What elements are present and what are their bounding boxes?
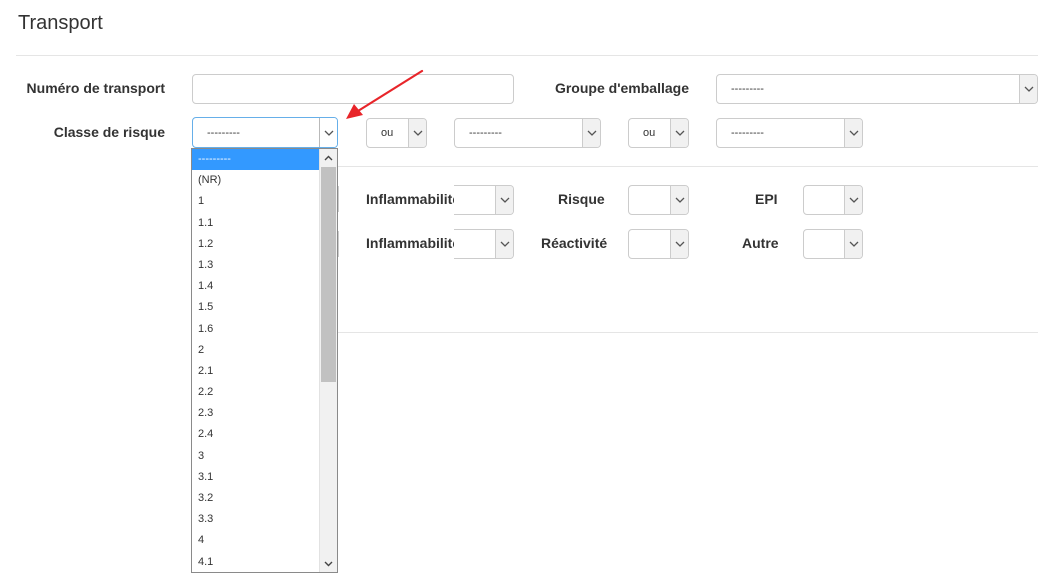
dropdown-option[interactable]: 1.1: [192, 213, 320, 234]
classe-risque-value-2: ---------: [469, 127, 502, 139]
dropdown-option[interactable]: 2.2: [192, 382, 320, 403]
dropdown-option[interactable]: 2: [192, 340, 320, 361]
dropdown-option[interactable]: 2.4: [192, 424, 320, 445]
dropdown-option[interactable]: 1.5: [192, 297, 320, 318]
chevron-down-icon: [319, 118, 337, 147]
dropdown-option[interactable]: 3: [192, 446, 320, 467]
dropdown-option[interactable]: 2.3: [192, 403, 320, 424]
inflammabilite-select-2[interactable]: [454, 229, 514, 259]
chevron-down-icon: [495, 230, 513, 258]
hidden-select-edge: [338, 231, 339, 257]
dropdown-option[interactable]: (NR): [192, 170, 320, 191]
dropdown-option[interactable]: 4: [192, 530, 320, 551]
autre-select[interactable]: [803, 229, 863, 259]
label-groupe-emballage: Groupe d'emballage: [554, 80, 689, 96]
chevron-down-icon: [844, 119, 862, 147]
dropdown-option[interactable]: 3.3: [192, 509, 320, 530]
dropdown-option[interactable]: 2.1: [192, 361, 320, 382]
chevron-down-icon: [670, 230, 688, 258]
chevron-down-icon: [844, 186, 862, 214]
dropdown-option[interactable]: 3.2: [192, 488, 320, 509]
or-operator-value-2: ou: [643, 127, 656, 139]
divider: [338, 166, 1038, 167]
classe-risque-dropdown-list[interactable]: --------- (NR) 1 1.1 1.2 1.3 1.4 1.5 1.6 2 2.1 2.2 2…: [191, 148, 338, 573]
label-inflammabilite-1: Inflammabilité: [366, 191, 454, 207]
label-epi: EPI: [755, 191, 778, 207]
risque-select[interactable]: [628, 185, 689, 215]
dropdown-option[interactable]: 1.4: [192, 276, 320, 297]
dropdown-option[interactable]: 3.1: [192, 467, 320, 488]
reactivite-select[interactable]: [628, 229, 689, 259]
section-title: Transport: [18, 12, 103, 34]
chevron-down-icon: [582, 119, 600, 147]
chevron-up-icon[interactable]: [320, 149, 337, 166]
groupe-emballage-select[interactable]: ---------: [716, 74, 1038, 104]
label-reactivite: Réactivité: [541, 235, 608, 251]
red-arrow-annotation: [346, 69, 424, 119]
or-operator-select-2[interactable]: ou: [628, 118, 689, 148]
label-inflammabilite-2: Inflammabilité: [366, 235, 454, 251]
dropdown-scrollbar[interactable]: [319, 149, 337, 572]
dropdown-option[interactable]: ---------: [192, 149, 320, 171]
divider: [338, 332, 1038, 333]
transport-form-page: Transport Numéro de transport Groupe d'e…: [0, 0, 1061, 585]
classe-risque-select-3[interactable]: ---------: [716, 118, 863, 148]
label-autre: Autre: [742, 235, 779, 251]
label-numero-transport: Numéro de transport: [26, 80, 165, 96]
epi-select[interactable]: [803, 185, 863, 215]
chevron-down-icon: [1019, 75, 1037, 103]
classe-risque-select-2[interactable]: ---------: [454, 118, 601, 148]
dropdown-option[interactable]: 1.2: [192, 234, 320, 255]
chevron-down-icon: [670, 119, 688, 147]
dropdown-option[interactable]: 1.6: [192, 319, 320, 340]
divider: [16, 55, 1038, 56]
groupe-emballage-value: ---------: [731, 83, 764, 95]
classe-risque-select[interactable]: ---------: [192, 117, 338, 148]
label-risque: Risque: [558, 191, 605, 207]
dropdown-option[interactable]: 1: [192, 191, 320, 212]
scrollbar-thumb[interactable]: [321, 167, 336, 382]
chevron-down-icon[interactable]: [320, 555, 337, 572]
chevron-down-icon: [495, 186, 513, 214]
classe-risque-value-3: ---------: [731, 127, 764, 139]
inflammabilite-select-1[interactable]: [454, 185, 514, 215]
dropdown-option[interactable]: 4.1: [192, 552, 320, 572]
dropdown-option[interactable]: 1.3: [192, 255, 320, 276]
chevron-down-icon: [670, 186, 688, 214]
chevron-down-icon: [844, 230, 862, 258]
hidden-select-edge: [338, 186, 339, 212]
dropdown-options: --------- (NR) 1 1.1 1.2 1.3 1.4 1.5 1.6 2 2.1 2.2 2…: [192, 149, 320, 572]
classe-risque-value: ---------: [207, 126, 240, 139]
label-classe-risque: Classe de risque: [53, 124, 165, 140]
